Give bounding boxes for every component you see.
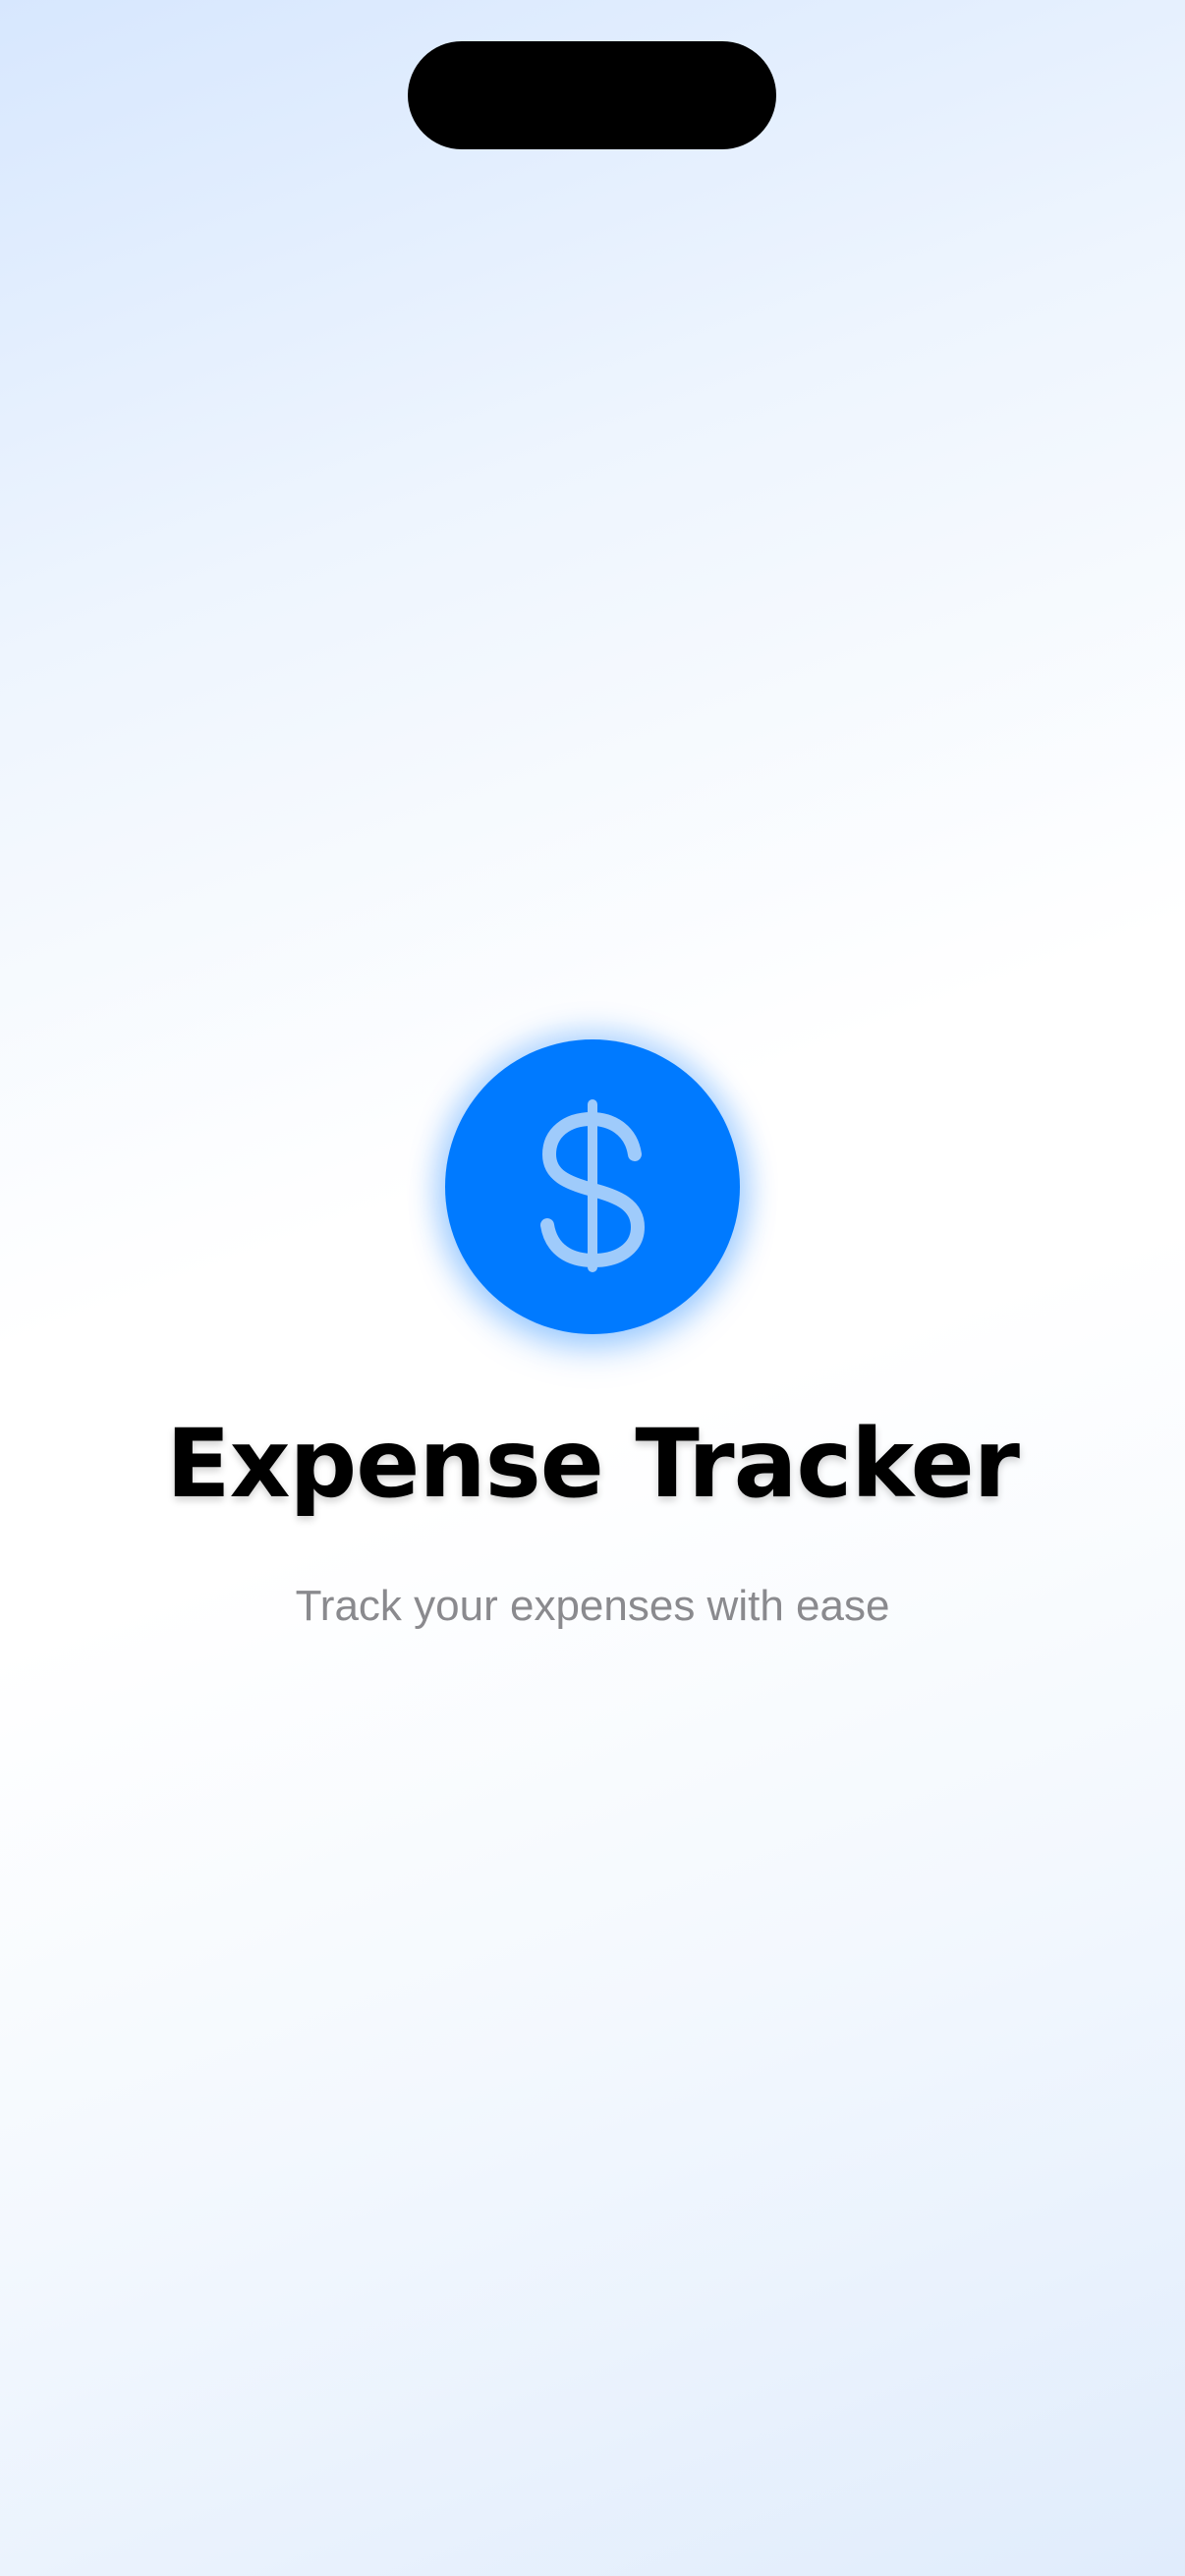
dollar-sign-icon xyxy=(540,1099,645,1272)
app-logo xyxy=(445,1039,740,1334)
dynamic-island xyxy=(408,41,776,149)
app-subtitle: Track your expenses with ease xyxy=(295,1582,890,1630)
app-title: Expense Tracker xyxy=(165,1409,1020,1519)
